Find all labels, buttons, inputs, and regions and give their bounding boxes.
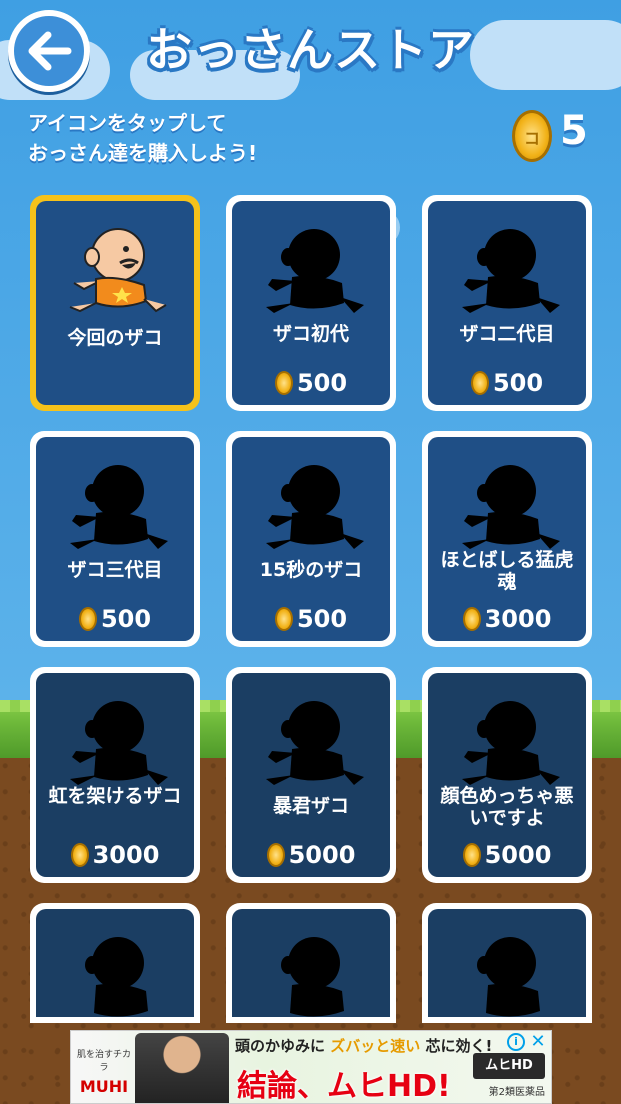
card-body: ほとばしる猛虎魂 3000 (428, 437, 586, 641)
item-name: ザコ二代目 (459, 323, 555, 345)
ad-headline-a: 頭のかゆみに (235, 1037, 326, 1055)
item-name: 顔色めっちゃ悪いですよ (440, 785, 574, 829)
card-body: 暴君ザコ 5000 (232, 673, 390, 877)
item-name: 暴君ザコ (272, 795, 349, 817)
price-value: 500 (100, 605, 152, 633)
store-item-card[interactable]: ほとばしる猛虎魂 3000 (422, 431, 592, 647)
item-price: 500 (232, 605, 390, 633)
store-item-card[interactable]: 虹を架けるザコ 3000 (30, 667, 200, 883)
price-value: 3000 (484, 605, 552, 633)
item-name: 今回のザコ (67, 327, 163, 349)
item-price: 500 (428, 369, 586, 397)
store-item-card[interactable]: ザコ二代目 500 (422, 195, 592, 411)
price-value: 3000 (92, 841, 160, 869)
ad-brand-tagline: 肌を治すチカラ (76, 1050, 131, 1073)
zako-character-icon (69, 228, 167, 313)
item-price: 500 (36, 605, 194, 633)
item-price: 3000 (428, 605, 586, 633)
store-item-card[interactable] (422, 903, 592, 1023)
locked-silhouette-icon (462, 465, 560, 549)
info-icon[interactable]: i (507, 1033, 525, 1051)
item-price: 5000 (232, 841, 390, 869)
coin-icon (274, 607, 293, 631)
store-item-card[interactable] (30, 903, 200, 1023)
ad-headline: 頭のかゆみに ズバッと速い 芯に効く! (235, 1035, 492, 1056)
item-price: 5000 (428, 841, 586, 869)
locked-silhouette-icon (462, 701, 560, 785)
locked-silhouette-icon (266, 701, 364, 785)
price-value: 5000 (288, 841, 356, 869)
card-body (36, 909, 194, 1017)
card-body (428, 909, 586, 1017)
ad-brand: 肌を治すチカラ MUHI (75, 1047, 133, 1096)
store-item-card[interactable]: 15秒のザコ 500 (226, 431, 396, 647)
coin-icon (266, 843, 285, 867)
page-title: おっさんストア (146, 23, 475, 77)
close-icon[interactable]: ✕ (529, 1033, 547, 1051)
ad-banner[interactable]: 肌を治すチカラ MUHI 頭のかゆみに ズバッと速い 芯に効く! 結論、ムヒHD… (70, 1030, 552, 1104)
coin-icon (78, 607, 97, 631)
item-name: ほとばしる猛虎魂 (440, 549, 574, 593)
item-name: 虹を架けるザコ (48, 785, 182, 807)
coin-mark: コ (523, 129, 540, 148)
card-body: 15秒のザコ 500 (232, 437, 390, 641)
instruction-line-1: アイコンをタップして (28, 111, 227, 135)
card-body: ザコ初代 500 (232, 201, 390, 405)
locked-silhouette-icon (477, 937, 540, 1017)
store-item-card[interactable]: 今回のザコ (30, 195, 200, 411)
ad-person-image (135, 1033, 229, 1103)
locked-silhouette-icon (462, 229, 560, 313)
price-value: 500 (492, 369, 544, 397)
instruction-text: アイコンをタップして おっさん達を購入しよう! (28, 108, 428, 168)
locked-silhouette-icon (70, 701, 168, 785)
item-price: 500 (232, 369, 390, 397)
store-item-card[interactable] (226, 903, 396, 1023)
store-item-card[interactable]: 顔色めっちゃ悪いですよ 5000 (422, 667, 592, 883)
price-value: 500 (296, 369, 348, 397)
ad-subtext: 第2類医薬品 (488, 1087, 545, 1098)
ad-main-copy: 結論、ムヒHD! (237, 1069, 451, 1104)
locked-silhouette-icon (266, 465, 364, 549)
coin-icon (274, 371, 293, 395)
card-body: ザコ三代目 500 (36, 437, 194, 641)
coin-count: 5 (560, 108, 588, 154)
ad-product-logo: ムヒHD (473, 1053, 545, 1079)
item-name: 15秒のザコ (259, 559, 363, 581)
price-value: 5000 (484, 841, 552, 869)
coin-icon (462, 843, 481, 867)
locked-silhouette-icon (70, 465, 168, 549)
coin-icon (470, 371, 489, 395)
instruction-line-2: おっさん達を購入しよう! (28, 141, 258, 165)
card-body: 虹を架けるザコ 3000 (36, 673, 194, 877)
store-item-card[interactable]: 暴君ザコ 5000 (226, 667, 396, 883)
item-name: ザコ三代目 (67, 559, 163, 581)
locked-silhouette-icon (266, 229, 364, 313)
card-body: 顔色めっちゃ悪いですよ 5000 (428, 673, 586, 877)
card-body (232, 909, 390, 1017)
item-name: ザコ初代 (272, 323, 349, 345)
ad-headline-b: ズバッと速い (330, 1037, 421, 1055)
card-body: ザコ二代目 500 (428, 201, 586, 405)
coin-icon (462, 607, 481, 631)
store-item-card[interactable]: ザコ初代 500 (226, 195, 396, 411)
item-price: 3000 (36, 841, 194, 869)
store-item-card[interactable]: ザコ三代目 500 (30, 431, 200, 647)
locked-silhouette-icon (85, 937, 148, 1017)
ad-brand-name: MUHI (79, 1077, 129, 1096)
coin-icon (70, 843, 89, 867)
price-value: 500 (296, 605, 348, 633)
card-body: 今回のザコ (36, 201, 194, 405)
locked-silhouette-icon (281, 937, 344, 1017)
coin-icon: コ (512, 110, 552, 162)
